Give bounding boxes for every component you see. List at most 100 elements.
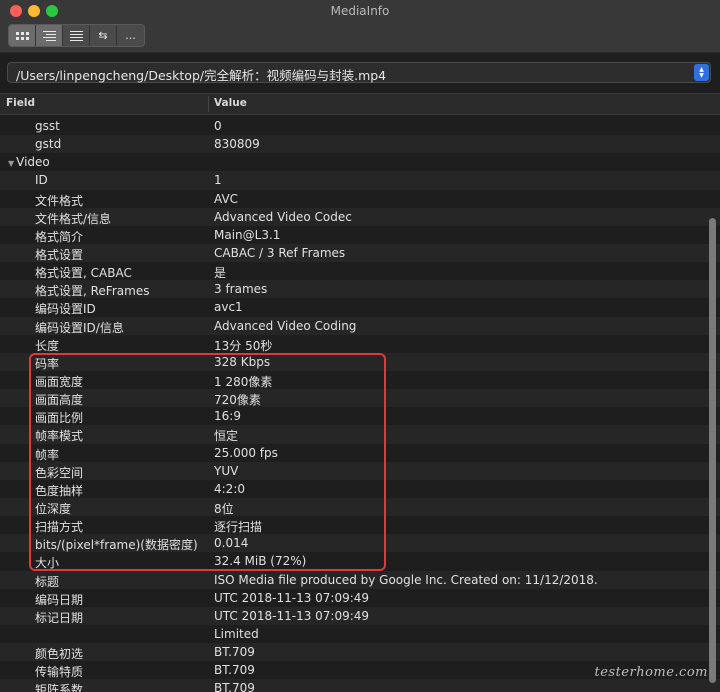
value-cell: 0.014 (214, 536, 249, 551)
view-compare-button[interactable]: ⇆ (90, 25, 117, 46)
value-cell: 830809 (214, 137, 260, 152)
value-cell: AVC (214, 191, 239, 206)
table-row[interactable]: 文件格式 AVC (0, 190, 720, 208)
field-cell: bits/(pixel*frame)(数据密度) (35, 538, 198, 553)
value-cell: UTC 2018-11-13 07:09:49 (214, 590, 370, 605)
table-row[interactable]: bits/(pixel*frame)(数据密度) 0.014 (0, 534, 720, 553)
value-cell: 8位 (214, 501, 234, 516)
table-row[interactable]: 编码设置ID/信息 Advanced Video Coding (0, 316, 720, 335)
value-cell: 328 Kbps (214, 354, 271, 369)
value-cell: Advanced Video Coding (214, 318, 357, 333)
mediainfo-window: MediaInfo ⇆ ... /Users/linpengcheng/Desk… (0, 0, 720, 692)
table-row[interactable]: 帧率模式 恒定 (0, 425, 720, 444)
view-tree-button[interactable] (36, 25, 63, 46)
section-row[interactable]: ▼ Video (0, 153, 720, 171)
vertical-scrollbar[interactable] (709, 218, 716, 683)
value-cell: Limited (214, 626, 259, 641)
field-cell: 大小 (35, 556, 60, 571)
field-cell: 画面高度 (35, 393, 84, 408)
table-row[interactable]: gstd 830809 (0, 135, 720, 154)
table-row[interactable]: 编码设置ID avc1 (0, 298, 720, 316)
table-row[interactable]: 格式设置, CABAC 是 (0, 262, 720, 280)
titlebar: MediaInfo ⇆ ... (0, 0, 720, 53)
value-cell: BT.709 (214, 645, 255, 660)
watermark: testerhome.com (594, 665, 708, 680)
value-cell: BT.709 (214, 681, 255, 692)
value-cell: avc1 (214, 300, 243, 315)
table-row[interactable]: 格式设置 CABAC / 3 Ref Frames (0, 243, 720, 263)
table-row[interactable]: 文件格式/信息 Advanced Video Codec (0, 207, 720, 226)
more-icon: ... (125, 29, 136, 42)
table-row[interactable]: 色彩空间 YUV (0, 461, 720, 480)
view-more-button[interactable]: ... (117, 25, 144, 46)
table-row[interactable]: 位深度 8位 (0, 497, 720, 517)
grid-icon (15, 31, 29, 40)
popup-chevron-icon: ▲ ▼ (694, 64, 709, 81)
field-cell: 颜色初选 (35, 647, 84, 662)
field-cell: 帧率 (35, 447, 60, 462)
table-row[interactable]: ID 1 (0, 171, 720, 190)
indented-list-icon (42, 30, 56, 41)
value-cell: UTC 2018-11-13 07:09:49 (214, 608, 370, 623)
field-cell: 编码设置ID (35, 302, 96, 317)
section-label: Video (16, 155, 50, 170)
swap-arrows-icon: ⇆ (98, 29, 108, 42)
table-row[interactable]: 矩阵系数 BT.709 (0, 679, 720, 692)
column-divider[interactable] (208, 96, 209, 112)
file-path-text: /Users/linpengcheng/Desktop/完全解析：视频编码与封装… (16, 68, 387, 83)
field-column-header[interactable]: Field (6, 97, 35, 109)
view-basic-button[interactable] (9, 25, 36, 46)
value-cell: 25.000 fps (214, 445, 278, 460)
field-cell: 位深度 (35, 501, 72, 516)
value-cell: 恒定 (214, 429, 239, 444)
field-cell: 格式设置, CABAC (35, 266, 132, 281)
table-row[interactable]: 编码日期 UTC 2018-11-13 07:09:49 (0, 589, 720, 607)
field-cell: gsst (35, 119, 60, 133)
info-table-body: gsst 0 gstd 830809 ▼ Video ID 1 文件格式 AVC 文件格式/信息 Ad… (0, 117, 720, 692)
value-cell: 32.4 MiB (72%) (214, 554, 307, 569)
table-row[interactable]: 标题 ISO Media file produced by Google Inc.… (0, 570, 720, 589)
value-column-header[interactable]: Value (214, 97, 247, 109)
file-path-popup[interactable]: /Users/linpengcheng/Desktop/完全解析：视频编码与封装… (7, 62, 711, 83)
table-row[interactable]: 颜色初选 BT.709 (0, 643, 720, 662)
field-cell: 标题 (35, 574, 60, 589)
table-row[interactable]: 大小 32.4 MiB (72%) (0, 552, 720, 570)
value-cell: 是 (214, 266, 227, 281)
view-text-button[interactable] (63, 25, 90, 46)
field-cell: 编码日期 (35, 592, 84, 607)
table-row[interactable]: 扫描方式 逐行扫描 (0, 516, 720, 534)
field-cell: 传输特质 (35, 665, 84, 680)
value-cell: 4:2:0 (214, 481, 245, 496)
table-row[interactable]: 格式简介 Main@L3.1 (0, 226, 720, 244)
view-mode-segmented-control: ⇆ ... (8, 24, 145, 47)
list-icon (69, 30, 83, 41)
table-row[interactable]: 帧率 25.000 fps (0, 444, 720, 462)
table-row[interactable]: 标记日期 UTC 2018-11-13 07:09:49 (0, 606, 720, 625)
field-cell: 长度 (35, 338, 60, 353)
value-cell: BT.709 (214, 663, 255, 678)
table-header: Field Value (0, 93, 720, 115)
table-row[interactable]: Limited (0, 625, 720, 643)
table-row[interactable]: 画面高度 720像素 (0, 389, 720, 408)
table-row[interactable]: gsst 0 (0, 117, 720, 135)
table-row[interactable]: 色度抽样 4:2:0 (0, 480, 720, 498)
field-cell: 编码设置ID/信息 (35, 320, 124, 335)
value-cell: ISO Media file produced by Google Inc. C… (214, 572, 598, 587)
field-cell: 扫描方式 (35, 520, 84, 535)
value-cell: YUV (214, 463, 239, 478)
field-cell: gstd (35, 137, 62, 152)
disclosure-triangle-icon[interactable]: ▼ (8, 159, 14, 168)
table-row[interactable]: 画面宽度 1 280像素 (0, 371, 720, 389)
value-cell: 3 frames (214, 282, 268, 297)
field-cell: 格式设置, ReFrames (35, 284, 150, 299)
field-cell: 色度抽样 (35, 483, 84, 498)
value-cell: 16:9 (214, 409, 241, 424)
table-row[interactable]: 画面比例 16:9 (0, 407, 720, 425)
table-row[interactable]: 长度 13分 50秒 (0, 335, 720, 353)
value-cell: 1 280像素 (214, 374, 273, 389)
field-cell: 画面宽度 (35, 374, 84, 389)
field-cell: ID (35, 173, 48, 188)
field-cell: 帧率模式 (35, 429, 84, 444)
table-row[interactable]: 码率 328 Kbps (0, 352, 720, 371)
table-row[interactable]: 格式设置, ReFrames 3 frames (0, 280, 720, 299)
